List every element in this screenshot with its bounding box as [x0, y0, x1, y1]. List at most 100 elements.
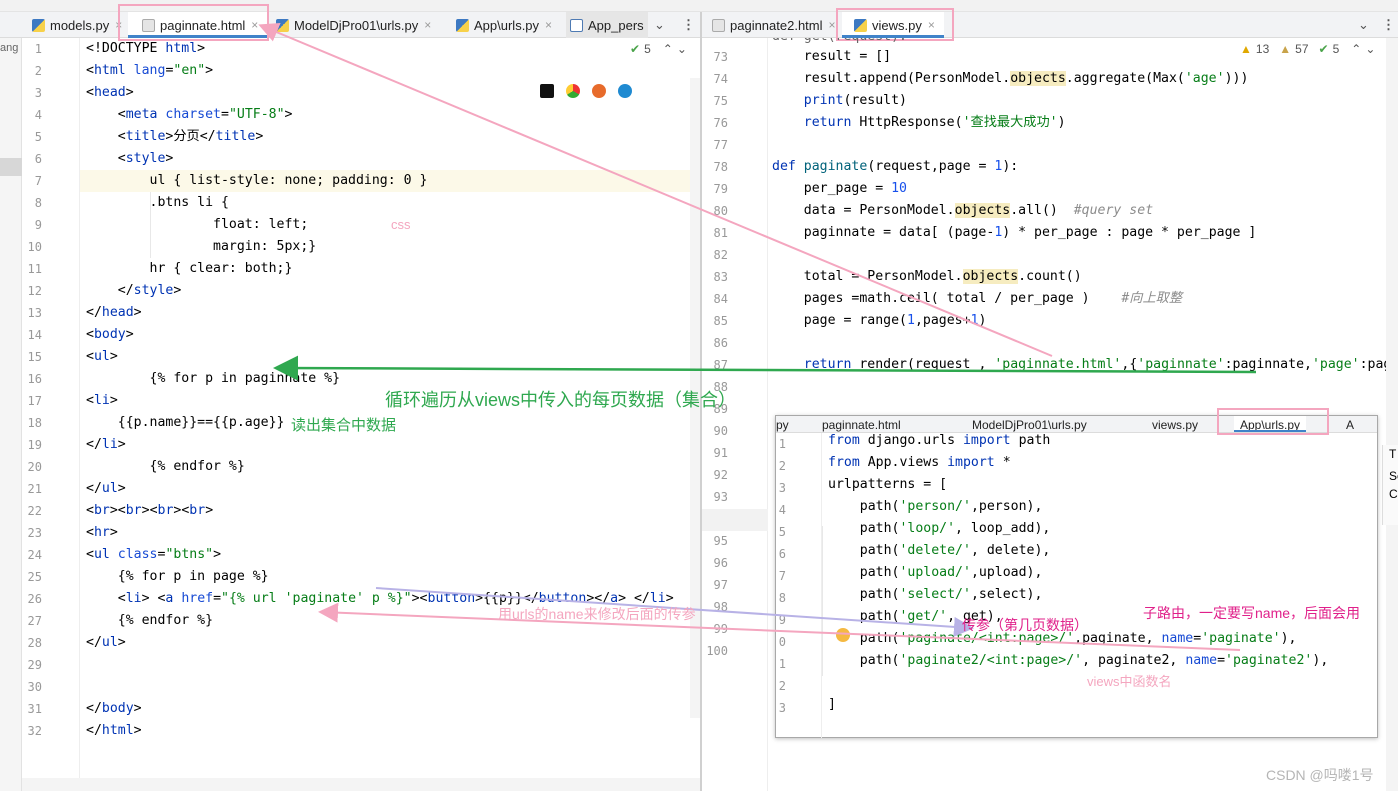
left-horizontal-scrollbar[interactable]: [22, 778, 700, 791]
line-number: 78: [713, 160, 728, 174]
close-icon[interactable]: ×: [424, 18, 431, 32]
line-number: 22: [27, 504, 42, 518]
line-number: 24: [27, 548, 42, 562]
left-tab-bar: models.py × paginnate.html × ModelDjPro01\…: [0, 12, 700, 38]
tab-models-py[interactable]: models.py ×: [32, 12, 128, 38]
tab-paginnate2-html[interactable]: paginnate2.html ×: [712, 12, 842, 38]
annotation-read: 读出集合中数据: [291, 417, 397, 434]
html-file-icon: [712, 18, 725, 32]
sidebar-truncated-label: ang: [0, 42, 19, 54]
annotation-urls-name: 用urls的name来修改后面的传参: [498, 606, 696, 622]
line-number: 12: [27, 284, 42, 298]
right-lines-numbers: 73 74 75 76 77 78 79 80 81 82 83 84 85 86 87 88 89 90 91 92…: [702, 46, 728, 662]
line-number: 20: [27, 460, 42, 474]
annotation-param: 传参（第几页数据）: [962, 617, 1088, 633]
right-scrollbar[interactable]: [1386, 38, 1398, 791]
line-number: 7: [778, 569, 786, 583]
line-number: 74: [713, 72, 728, 86]
indent-guide: [822, 526, 823, 676]
line-number: 79: [713, 182, 728, 196]
line-number: 9: [34, 218, 42, 232]
urls-preview-popup[interactable]: py paginnate.html ModelDjPro01\urls.py v…: [775, 415, 1378, 738]
right-edge-panel: T Se C: [1382, 445, 1398, 525]
popup-lines-numbers: 1 2 3 4 5 6 7 8 9 0 1 2 3: [776, 433, 786, 719]
line-number: 3: [778, 701, 786, 715]
close-icon[interactable]: ×: [545, 18, 552, 32]
line-number: 1: [34, 42, 42, 56]
line-number: 27: [27, 614, 42, 628]
line-number: 0: [778, 635, 786, 649]
line-number: 4: [778, 503, 786, 517]
line-number: 91: [713, 446, 728, 460]
line-number: 99: [713, 622, 728, 636]
line-number: 87: [713, 358, 728, 372]
annotation-loop: 循环遍历从views中传入的每页数据（集合）: [385, 390, 737, 410]
line-number: 6: [34, 152, 42, 166]
line-number: 2: [778, 459, 786, 473]
table-icon: [570, 18, 583, 32]
left-lines-numbers: 1 2 3 4 5 6 7 8 9 10 11 12 13 14 15 16 17 18 19 20 21 22 23 24 2…: [22, 38, 42, 742]
line-number: 21: [27, 482, 42, 496]
annotation-subroute: 子路由，一定要写name，后面会用: [1143, 605, 1361, 621]
python-file-icon: [456, 18, 469, 32]
current-line-gutter: [702, 509, 768, 531]
line-number: 80: [713, 204, 728, 218]
line-number: 3: [34, 86, 42, 100]
urls-code[interactable]: from django.urls import path from App.vie…: [828, 430, 1328, 716]
python-code[interactable]: result = [] result.append(PersonModel.ob…: [772, 46, 1398, 376]
line-number: 5: [778, 525, 786, 539]
line-number: 14: [27, 328, 42, 342]
line-number: 28: [27, 636, 42, 650]
line-number: 6: [778, 547, 786, 561]
line-number: 81: [713, 226, 728, 240]
popup-tab-py[interactable]: py: [776, 416, 789, 432]
line-number: 25: [27, 570, 42, 584]
bulb-icon[interactable]: [836, 628, 850, 642]
popup-gutter: 1 2 3 4 5 6 7 8 9 0 1 2 3: [776, 433, 822, 738]
line-number: 29: [27, 658, 42, 672]
tab-app-pers[interactable]: App_pers: [566, 12, 648, 38]
line-number: 92: [713, 468, 728, 482]
chevron-down-icon[interactable]: ⌄: [654, 12, 665, 38]
line-number: 2: [34, 64, 42, 78]
line-number: 82: [713, 248, 728, 262]
line-number: 23: [27, 526, 42, 540]
line-number: 96: [713, 556, 728, 570]
highlight-box-views-tab: [836, 8, 954, 41]
line-number: 3: [778, 481, 786, 495]
line-number: 26: [27, 592, 42, 606]
line-number: 8: [34, 196, 42, 210]
line-number: 93: [713, 490, 728, 504]
more-options-icon[interactable]: ⋮: [682, 12, 695, 38]
line-number: 98: [713, 600, 728, 614]
chevron-down-icon[interactable]: ⌄: [1358, 12, 1369, 38]
chevron-down-icon[interactable]: ⌄: [677, 42, 687, 56]
line-number: 8: [778, 591, 786, 605]
popup-tab-overflow[interactable]: A: [1346, 416, 1354, 432]
line-number: 90: [713, 424, 728, 438]
line-number: 84: [713, 292, 728, 306]
highlight-box-paginnate-tab: [118, 4, 269, 41]
line-number: 83: [713, 270, 728, 284]
annotation-css: css: [391, 217, 411, 232]
more-options-icon[interactable]: ⋮: [1382, 12, 1395, 38]
line-number: 85: [713, 314, 728, 328]
project-sidebar: ang: [0, 38, 22, 791]
line-number: 10: [27, 240, 42, 254]
tab-app-urls[interactable]: App\urls.py ×: [456, 12, 564, 38]
tab-modeldjpro01-urls[interactable]: ModelDjPro01\urls.py ×: [276, 12, 446, 38]
watermark: CSDN @吗喽1号: [1266, 767, 1374, 783]
line-number: 15: [27, 350, 42, 364]
line-number: 30: [27, 680, 42, 694]
line-number: 75: [713, 94, 728, 108]
line-number: 31: [27, 702, 42, 716]
line-number: 17: [27, 394, 42, 408]
line-number: 9: [778, 613, 786, 627]
sidebar-selection: [0, 158, 22, 176]
line-number: 4: [34, 108, 42, 122]
line-number: 7: [34, 174, 42, 188]
left-gutter: 1 2 3 4 5 6 7 8 9 10 11 12 13 14 15 16 17 18 19 20 21 22 23 24 2…: [22, 38, 80, 791]
line-number: 13: [27, 306, 42, 320]
close-icon[interactable]: ×: [829, 18, 836, 32]
annotation-func-name: views中函数名: [1087, 674, 1172, 689]
